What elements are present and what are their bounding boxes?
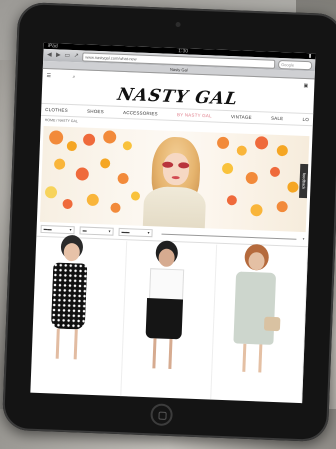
camera-icon [175,21,181,28]
flower-decoration [117,172,129,185]
menu-icon[interactable]: ☰ [46,73,51,79]
nav-item-by-nasty-gal[interactable]: BY NASTY GAL [177,109,212,121]
flower-decoration [276,200,288,213]
forward-icon[interactable]: ▶ [55,52,61,58]
sunglasses [162,161,190,169]
flower-decoration [48,130,64,145]
bag-icon[interactable]: ▣ [303,83,308,89]
product-card[interactable] [211,244,309,404]
feedback-tab[interactable]: feedback [299,163,309,199]
ipad-screen: iPad 1:30 ▮ ◀ ▶ ▭ ↗ www.nastygal.com/wha… [30,42,316,404]
model-leg [258,344,263,373]
flower-decoration [269,166,281,178]
model-lips [171,175,180,180]
search-icon[interactable]: ⌕ [72,74,75,80]
nav-item-clothes[interactable]: CLOTHES [45,104,68,116]
nav-item-vintage[interactable]: VINTAGE [231,111,252,123]
ipad-device: iPad 1:30 ▮ ◀ ▶ ▭ ↗ www.nastygal.com/wha… [1,1,336,443]
flower-decoration [82,133,96,146]
sort-select[interactable]: ▾ [303,236,305,242]
filter-size[interactable]: ▬ ▾ [79,226,114,236]
white-top [148,268,184,302]
product-card[interactable] [30,237,127,402]
nav-item-shoes[interactable]: SHOES [87,106,104,118]
mint-dress [233,271,277,345]
flower-decoration [245,171,258,185]
status-time: 1:30 [178,48,189,55]
flower-decoration [62,198,73,210]
filter-category[interactable]: ▬▬ ▾ [40,224,75,235]
flower-decoration [44,186,58,199]
chevron-down-icon: ▾ [69,227,72,233]
share-icon[interactable]: ↗ [73,53,79,59]
flower-decoration [66,140,78,152]
flower-decoration [276,144,289,157]
flower-decoration [250,203,263,217]
flower-decoration [100,158,111,169]
model-leg [168,338,173,370]
flower-decoration [110,202,121,213]
filter-color[interactable]: ▬▬ ▾ [118,227,153,238]
chevron-down-icon: ▾ [108,228,111,234]
battery-icon: ▮ [308,53,312,60]
black-skirt [145,298,183,340]
bookmarks-icon[interactable]: ▭ [64,53,70,59]
flower-decoration [221,162,234,175]
model-leg [152,338,157,369]
nav-item-accessories[interactable]: ACCESSORIES [123,107,158,119]
model-leg [242,343,247,372]
chevron-down-icon: ▾ [147,230,150,236]
search-input[interactable]: Google [277,59,313,70]
model-leg [73,329,78,360]
flower-decoration [130,191,141,201]
model-leg [55,328,60,359]
model-head [63,242,81,262]
flower-decoration [226,195,238,206]
product-grid [30,237,309,404]
handbag [264,316,281,332]
polka-dot-dress [50,262,88,330]
flower-decoration [122,141,133,151]
nav-item-sale[interactable]: SALE [271,113,284,124]
flower-decoration [254,136,269,150]
flower-decoration [216,136,230,150]
flower-decoration [75,167,90,181]
model-body [142,185,207,233]
flower-decoration [287,181,299,193]
model-face [162,152,190,186]
price-slider[interactable]: ▾ [157,230,305,242]
flower-decoration [102,130,117,144]
back-icon[interactable]: ◀ [46,52,52,58]
hero-banner[interactable]: feedback [39,125,310,233]
model-head [248,251,266,271]
product-card[interactable] [120,241,218,404]
model-head [157,248,175,268]
flower-decoration [236,145,247,156]
carrier-icon: iPad [47,43,58,50]
flower-decoration [86,193,100,207]
home-button[interactable] [150,403,174,427]
nav-item-lo[interactable]: LO [302,114,309,125]
flower-decoration [53,158,66,170]
